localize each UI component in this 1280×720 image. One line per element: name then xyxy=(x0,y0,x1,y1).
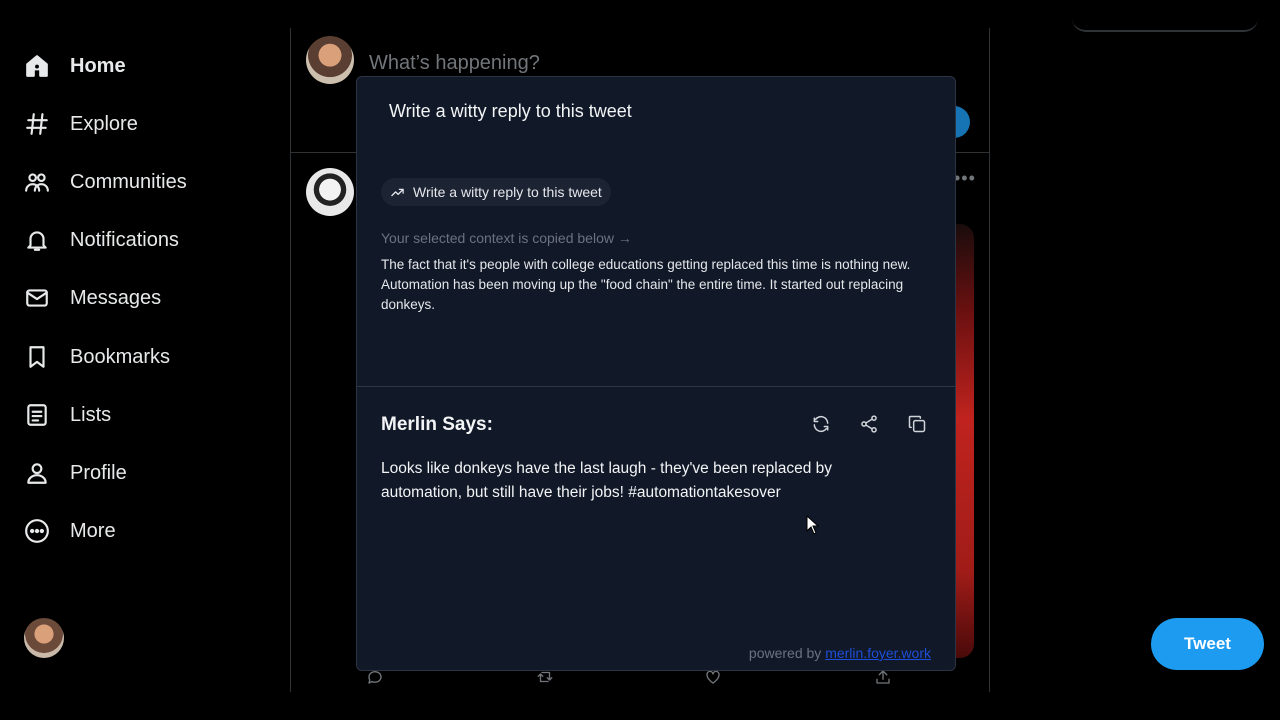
nav-label: Communities xyxy=(70,170,187,193)
nav-item-more[interactable]: More xyxy=(24,511,116,551)
sidebar-nav: Home Explore Communities Notifications M… xyxy=(0,0,290,720)
timeline-right-border xyxy=(989,28,990,692)
nav-item-notifications[interactable]: Notifications xyxy=(24,220,179,260)
powered-by-label: powered by xyxy=(748,645,822,661)
nav-label: Profile xyxy=(70,461,127,484)
timeline-left-border xyxy=(290,28,291,692)
tweet-actions xyxy=(366,668,906,690)
nav-label: Notifications xyxy=(70,228,179,251)
nav-label: Messages xyxy=(70,286,162,309)
response-text: Looks like donkeys have the last laugh -… xyxy=(381,460,833,501)
merlin-modal: Write a witty reply to this tweet Write … xyxy=(356,76,956,671)
more-circle-icon xyxy=(24,518,50,544)
communities-icon xyxy=(24,169,50,195)
nav-item-bookmarks[interactable]: Bookmarks xyxy=(24,337,170,377)
person-icon xyxy=(24,460,50,486)
tweet-avatar[interactable] xyxy=(306,168,354,216)
nav-item-communities[interactable]: Communities xyxy=(24,162,187,202)
share-icon[interactable] xyxy=(874,668,894,688)
like-icon[interactable] xyxy=(704,668,724,688)
regenerate-icon[interactable] xyxy=(810,413,832,435)
nav-label: Explore xyxy=(70,112,138,135)
reply-icon[interactable] xyxy=(366,668,386,688)
bell-icon xyxy=(24,227,50,253)
share-icon[interactable] xyxy=(858,413,880,435)
tweet-button[interactable]: Tweet xyxy=(1151,618,1264,670)
nav-item-messages[interactable]: Messages xyxy=(24,278,161,318)
merlin-prompt-input[interactable]: Write a witty reply to this tweet xyxy=(389,101,632,122)
powered-by: powered by merlin.foyer.work xyxy=(749,645,931,661)
list-icon xyxy=(24,402,50,428)
context-label: Your selected context is copied below → xyxy=(381,230,632,246)
nav-label: Bookmarks xyxy=(70,345,171,368)
nav-item-home[interactable]: Home xyxy=(24,46,126,86)
envelope-icon xyxy=(24,285,50,311)
nav-label: More xyxy=(70,519,116,542)
retweet-icon[interactable] xyxy=(536,668,556,688)
modal-divider xyxy=(357,386,955,387)
nav-item-lists[interactable]: Lists xyxy=(24,395,111,435)
copy-icon[interactable] xyxy=(906,413,928,435)
context-text: The fact that it's people with college e… xyxy=(381,257,911,312)
mouse-cursor-icon xyxy=(806,515,820,535)
trending-up-icon xyxy=(391,188,404,196)
hashtag-icon xyxy=(24,111,50,137)
nav-item-profile[interactable]: Profile xyxy=(24,453,127,493)
tweet-more-icon[interactable]: ••• xyxy=(954,168,976,189)
response-title: Merlin Says: xyxy=(381,414,493,435)
home-icon xyxy=(24,53,50,79)
nav-label: Home xyxy=(70,54,126,77)
nav-item-explore[interactable]: Explore xyxy=(24,104,138,144)
compose-avatar[interactable] xyxy=(306,36,354,84)
nav-label: Lists xyxy=(70,403,112,426)
account-avatar[interactable] xyxy=(24,618,64,658)
bookmark-icon xyxy=(24,344,50,370)
search-box-edge[interactable] xyxy=(1072,18,1258,32)
powered-by-link[interactable]: merlin.foyer.work xyxy=(825,645,931,661)
prompt-chip-label: Write a witty reply to this tweet xyxy=(413,184,602,200)
prompt-chip[interactable]: Write a witty reply to this tweet xyxy=(381,178,611,206)
compose-input[interactable]: What’s happening? xyxy=(369,52,540,75)
